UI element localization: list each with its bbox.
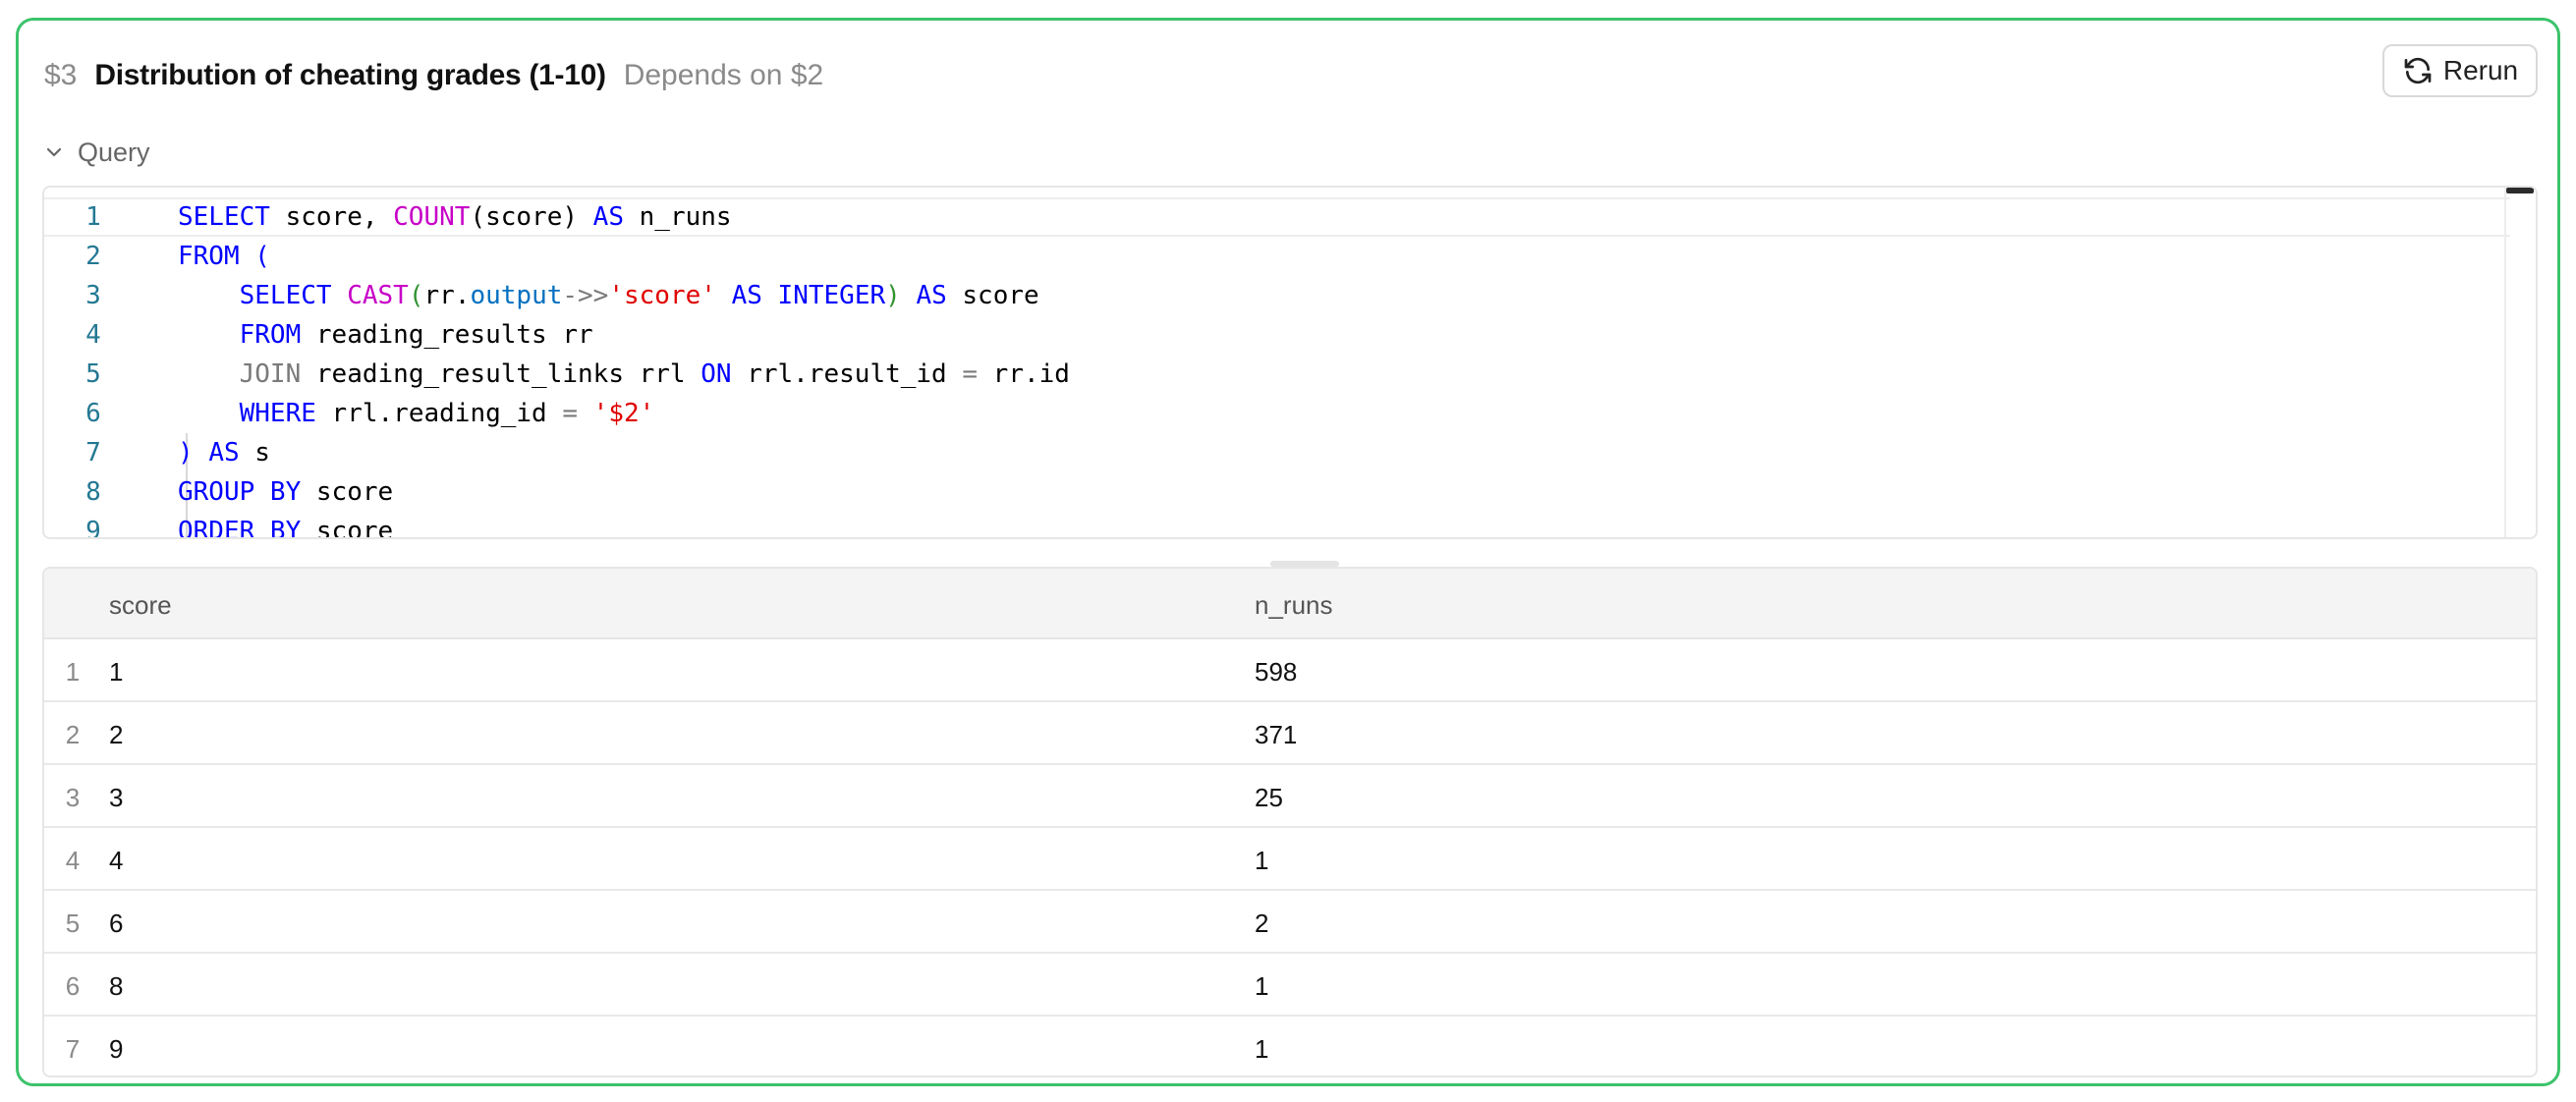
line-number: 8 bbox=[85, 477, 101, 507]
line-number: 5 bbox=[85, 359, 101, 389]
code-text: SELECT CAST(rr.output->>'score' AS INTEG… bbox=[239, 281, 1039, 310]
sql-editor[interactable]: 1 SELECT score, COUNT(score) AS n_runs 2… bbox=[42, 186, 2538, 539]
line-number: 1 bbox=[85, 202, 101, 232]
code-line: 3 SELECT CAST(rr.output->>'score' AS INT… bbox=[44, 276, 1039, 315]
row-number: 4 bbox=[65, 846, 81, 875]
table-row: 1 1 598 bbox=[44, 639, 2536, 702]
code-text: GROUP BY score bbox=[178, 477, 394, 507]
code-line: 6 WHERE rrl.reading_id = '$2' bbox=[44, 394, 654, 433]
table-header: score n_runs bbox=[44, 569, 2536, 639]
cell-n-runs: 25 bbox=[1255, 783, 1283, 812]
code-line: 1 SELECT score, COUNT(score) AS n_runs bbox=[44, 197, 732, 237]
cell-score: 1 bbox=[109, 657, 124, 687]
row-number: 1 bbox=[65, 657, 81, 687]
refresh-icon bbox=[2404, 57, 2432, 84]
cell-title: Distribution of cheating grades (1-10) bbox=[94, 59, 606, 91]
column-header-score[interactable]: score bbox=[109, 590, 172, 621]
cell-n-runs: 598 bbox=[1255, 657, 1298, 687]
editor-scrollbar[interactable] bbox=[2504, 188, 2536, 537]
line-number: 6 bbox=[85, 399, 101, 428]
column-header-n-runs[interactable]: n_runs bbox=[1255, 590, 1333, 621]
rerun-label: Rerun bbox=[2442, 55, 2519, 85]
row-number: 7 bbox=[65, 1034, 81, 1064]
table-row: 2 2 371 bbox=[44, 702, 2536, 765]
table-row: 3 3 25 bbox=[44, 765, 2536, 828]
cell-score: 8 bbox=[109, 971, 124, 1001]
cell-score: 4 bbox=[109, 846, 124, 875]
code-text: SELECT score, COUNT(score) AS n_runs bbox=[178, 202, 732, 232]
row-number: 6 bbox=[65, 971, 81, 1001]
rerun-button[interactable]: Rerun bbox=[2382, 44, 2538, 97]
query-label: Query bbox=[78, 137, 150, 167]
query-toggle[interactable]: Query bbox=[44, 133, 150, 172]
table-row: 7 9 1 bbox=[44, 1017, 2536, 1075]
table-row: 5 6 2 bbox=[44, 891, 2536, 954]
chevron-down-icon bbox=[46, 147, 62, 157]
depends-on-label: Depends on $2 bbox=[623, 59, 824, 91]
code-text: FROM ( bbox=[178, 242, 270, 271]
cell-score: 3 bbox=[109, 783, 124, 812]
line-number: 4 bbox=[85, 320, 101, 350]
editor-scrollbar-thumb[interactable] bbox=[2506, 188, 2534, 193]
line-number: 3 bbox=[85, 281, 101, 310]
row-number: 2 bbox=[65, 720, 81, 749]
code-line: 4 FROM reading_results rr bbox=[44, 315, 593, 355]
cell-n-runs: 1 bbox=[1255, 846, 1269, 875]
cell-score: 9 bbox=[109, 1034, 124, 1064]
code-line: 2 FROM ( bbox=[44, 237, 270, 276]
row-number: 5 bbox=[65, 909, 81, 938]
cell-n-runs: 1 bbox=[1255, 971, 1269, 1001]
table-row: 6 8 1 bbox=[44, 954, 2536, 1017]
cell-score: 6 bbox=[109, 909, 124, 938]
code-line: 7 ) AS s bbox=[44, 433, 270, 472]
code-text: JOIN reading_result_links rrl ON rrl.res… bbox=[239, 359, 1070, 389]
cell-n-runs: 1 bbox=[1255, 1034, 1269, 1064]
line-number: 9 bbox=[85, 517, 101, 539]
row-number: 3 bbox=[65, 783, 81, 812]
cell-n-runs: 2 bbox=[1255, 909, 1269, 938]
cell-score: 2 bbox=[109, 720, 124, 749]
line-number: 7 bbox=[85, 438, 101, 468]
table-row: 4 4 1 bbox=[44, 828, 2536, 891]
code-text: FROM reading_results rr bbox=[239, 320, 593, 350]
line-number: 2 bbox=[85, 242, 101, 271]
cell-id: $3 bbox=[44, 59, 78, 91]
cell-header: $3 Distribution of cheating grades (1-10… bbox=[44, 54, 823, 97]
code-line: 5 JOIN reading_result_links rrl ON rrl.r… bbox=[44, 355, 1070, 394]
code-text: ) AS s bbox=[178, 438, 270, 468]
code-text: ORDER BY score bbox=[178, 517, 394, 539]
cell-n-runs: 371 bbox=[1255, 720, 1298, 749]
code-line: 9 ORDER BY score bbox=[44, 512, 394, 539]
query-cell-card: $3 Distribution of cheating grades (1-10… bbox=[16, 18, 2560, 1086]
results-table: score n_runs 1 1 598 2 2 371 3 3 25 4 4 … bbox=[42, 567, 2538, 1077]
code-line: 8 GROUP BY score bbox=[44, 472, 393, 512]
code-text: WHERE rrl.reading_id = '$2' bbox=[239, 399, 655, 428]
